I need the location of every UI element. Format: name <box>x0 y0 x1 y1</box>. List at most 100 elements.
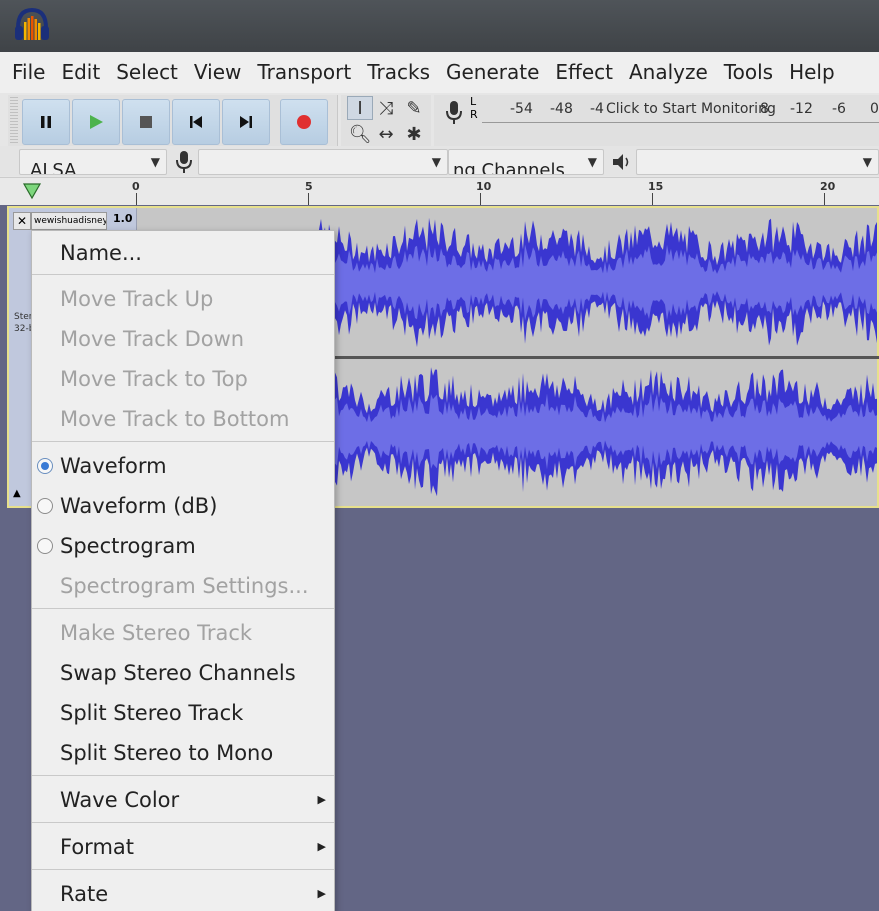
start-monitoring-label[interactable]: Click to Start Monitoring <box>606 101 776 117</box>
envelope-tool-icon[interactable]: ⤨ <box>373 96 399 120</box>
menu-separator <box>32 869 334 870</box>
menu-effect[interactable]: Effect <box>547 52 621 93</box>
timeline-tick-label: 15 <box>648 180 664 193</box>
collapse-track-icon[interactable]: ▲ <box>13 488 21 499</box>
timeline-tick <box>136 193 137 205</box>
menu-item-name[interactable]: Name... <box>32 233 334 273</box>
menu-view[interactable]: View <box>186 52 249 93</box>
menu-tools[interactable]: Tools <box>716 52 781 93</box>
recording-device-select[interactable]: ▼ <box>198 149 448 175</box>
track-name: wewishuadisney <box>34 216 107 226</box>
submenu-arrow-icon: ▶ <box>317 840 326 853</box>
menu-item-rate[interactable]: Rate ▶ <box>32 874 334 911</box>
audio-host-select[interactable]: ALSA ▼ <box>19 149 167 175</box>
pause-button[interactable] <box>22 99 70 145</box>
recording-channels-value: ng Channels <box>453 160 565 175</box>
audacity-logo-icon <box>15 7 49 40</box>
recording-meter-toolbar[interactable]: L R -54 -48 -4 Click to Start Monitoring… <box>434 95 879 147</box>
chevron-down-icon: ▼ <box>862 155 872 169</box>
microphone-icon <box>176 151 192 173</box>
device-toolbar: ALSA ▼ ▼ ng Channels ▼ ▼ <box>0 146 879 176</box>
menu-item-swap-stereo-channels[interactable]: Swap Stereo Channels <box>32 653 334 693</box>
play-icon <box>90 115 103 129</box>
timeline-tick <box>652 193 653 205</box>
selection-tool-icon[interactable]: Ⅰ <box>347 96 373 120</box>
menu-item-move-track-to-bottom: Move Track to Bottom <box>60 407 290 431</box>
timeline-tick <box>480 193 481 205</box>
playback-device-select[interactable]: ▼ <box>636 149 879 175</box>
recording-channels-select[interactable]: ng Channels ▼ <box>448 149 604 175</box>
title-bar <box>0 0 879 52</box>
timeline-tick-label: 20 <box>820 180 836 193</box>
time-shift-tool-icon[interactable]: ↔ <box>373 122 399 146</box>
menu-select[interactable]: Select <box>108 52 186 93</box>
menu-separator <box>32 608 334 609</box>
menu-item-split-stereo-to-mono[interactable]: Split Stereo to Mono <box>32 733 334 773</box>
timeline-tick-label: 5 <box>305 180 313 193</box>
menu-item-waveform[interactable]: Waveform <box>32 446 334 486</box>
track-close-button[interactable]: ✕ <box>13 212 31 230</box>
menu-edit[interactable]: Edit <box>53 52 108 93</box>
radio-selected-icon <box>37 458 53 474</box>
meter-left-label: L <box>470 95 477 108</box>
submenu-arrow-icon: ▶ <box>317 887 326 900</box>
speaker-icon <box>613 154 629 170</box>
close-icon: ✕ <box>16 214 28 228</box>
menu-separator <box>32 441 334 442</box>
menu-separator <box>32 822 334 823</box>
play-button[interactable] <box>72 99 120 145</box>
radio-unselected-icon <box>37 538 53 554</box>
menu-file[interactable]: File <box>4 52 53 93</box>
meter-tick: -4 <box>590 101 604 117</box>
meter-tick: -6 <box>832 101 846 117</box>
stop-button[interactable] <box>122 99 170 145</box>
meter-tick: -48 <box>550 101 573 117</box>
track-gain-value: 1.0 <box>113 212 133 225</box>
menu-item-move-track-to-top: Move Track to Top <box>60 367 248 391</box>
skip-to-start-button[interactable] <box>172 99 220 145</box>
menu-analyze[interactable]: Analyze <box>621 52 716 93</box>
skip-to-end-button[interactable] <box>222 99 270 145</box>
menu-bar: File Edit Select View Transport Tracks G… <box>0 52 879 93</box>
timeline-ruler[interactable]: 0 5 10 15 20 <box>0 177 879 205</box>
menu-tracks[interactable]: Tracks <box>359 52 438 93</box>
menu-separator <box>32 274 334 275</box>
timeline-tick-label: 0 <box>132 180 140 193</box>
menu-transport[interactable]: Transport <box>249 52 359 93</box>
skip-start-icon <box>190 116 202 128</box>
timeline-tick <box>824 193 825 205</box>
record-icon <box>297 115 311 129</box>
meter-right-label: R <box>470 108 478 121</box>
menu-item-format[interactable]: Format ▶ <box>32 827 334 867</box>
record-button[interactable] <box>280 99 328 145</box>
stop-icon <box>140 116 152 128</box>
track-context-menu: Name... Move Track Up Move Track Down Mo… <box>31 230 335 911</box>
track-menu-button[interactable]: wewishuadisney ▼ <box>31 212 107 230</box>
zoom-tool-icon[interactable]: 🔍︎ <box>347 122 373 146</box>
play-head-triangle-icon[interactable] <box>22 182 42 200</box>
chevron-down-icon: ▼ <box>150 155 160 169</box>
multi-tool-icon[interactable]: ✱ <box>401 122 427 146</box>
draw-tool-icon[interactable]: ✎ <box>401 96 427 120</box>
meter-tick: 8 <box>760 101 769 117</box>
menu-item-waveform-db[interactable]: Waveform (dB) <box>32 486 334 526</box>
timeline-tick <box>308 193 309 205</box>
chevron-down-icon: ▼ <box>431 155 441 169</box>
menu-item-split-stereo-track[interactable]: Split Stereo Track <box>32 693 334 733</box>
menu-item-spectrogram[interactable]: Spectrogram <box>32 526 334 566</box>
meter-tick: -54 <box>510 101 533 117</box>
microphone-icon <box>446 101 462 124</box>
timeline-tick-label: 10 <box>476 180 492 193</box>
menu-generate[interactable]: Generate <box>438 52 547 93</box>
chevron-down-icon: ▼ <box>587 155 597 169</box>
pause-icon <box>41 116 51 128</box>
menu-item-spectrogram-settings: Spectrogram Settings... <box>60 574 309 598</box>
menu-item-move-track-down: Move Track Down <box>60 327 245 351</box>
meter-tick: -12 <box>790 101 813 117</box>
tools-toolbar: Ⅰ ⤨ ✎ 🔍︎ ↔ ✱ <box>341 95 431 147</box>
menu-item-wave-color[interactable]: Wave Color ▶ <box>32 780 334 820</box>
transport-toolbar <box>8 95 338 147</box>
menu-item-move-track-up: Move Track Up <box>60 287 214 311</box>
toolbar-grip[interactable] <box>10 97 18 145</box>
menu-help[interactable]: Help <box>781 52 843 93</box>
